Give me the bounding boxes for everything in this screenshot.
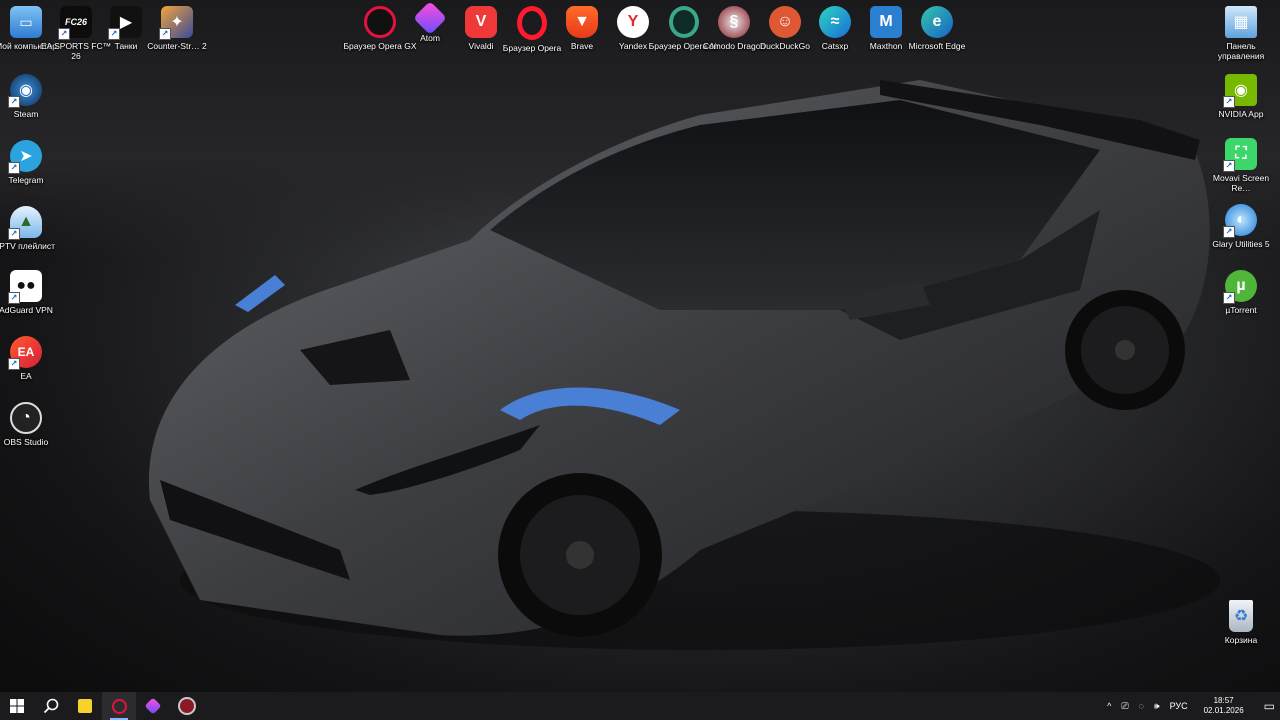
desktop-icon-nvidia[interactable]: ◉ ↗ NVIDIA App (1204, 74, 1278, 119)
desktop-icon-adguard[interactable]: ●● ↗ AdGuard VPN (0, 270, 63, 315)
icon-label: OBS Studio (3, 437, 49, 447)
catsxp-icon: ≈ (819, 6, 851, 38)
shortcut-arrow-icon: ↗ (1223, 96, 1235, 108)
obs-icon: ◔ (10, 402, 42, 434)
comodo-dragon-icon: § (718, 6, 750, 38)
utorrent-icon: µ ↗ (1223, 270, 1257, 304)
icon-label: Панель управления (1217, 41, 1265, 61)
shortcut-arrow-icon: ↗ (8, 96, 20, 108)
icon-label: Atom (420, 33, 440, 43)
desktop-icon-utorrent[interactable]: µ ↗ µTorrent (1204, 270, 1278, 315)
opera-gx-icon (364, 6, 396, 38)
icon-label: Yandex (618, 41, 648, 51)
icon-label: AdGuard VPN (0, 305, 53, 315)
desktop-icon-glary[interactable]: ◐ ↗ Glary Utilities 5 (1204, 204, 1278, 249)
taskbar: ^ ⎚ ◌ 🕪 РУС 18:57 02.01.2026 ▭ (0, 692, 1280, 720)
icon-label: NVIDIA App (1218, 109, 1264, 119)
clock[interactable]: 18:57 02.01.2026 (1199, 696, 1249, 716)
tray-overflow-chevron[interactable]: ^ (1107, 701, 1111, 711)
icon-label: Glary Utilities 5 (1212, 239, 1270, 249)
desktop-icon-movavi[interactable]: ⛶ ↗ Movavi Screen Re… (1204, 138, 1278, 193)
start-icon (10, 699, 24, 713)
network-icon[interactable]: ⎚ (1121, 701, 1128, 712)
counter-strike-icon: ✦ ↗ (159, 6, 193, 40)
steam-icon: ◉ ↗ (8, 74, 42, 108)
taskbar-atom[interactable] (136, 692, 170, 720)
sticky-notes-icon (78, 699, 92, 713)
volume-icon[interactable]: 🕪 (1154, 701, 1160, 712)
ea-fc-icon: FC26 ↗ (58, 6, 92, 40)
yandex-icon: Y (617, 6, 649, 38)
shortcut-arrow-icon: ↗ (58, 28, 70, 40)
shortcut-arrow-icon: ↗ (8, 162, 20, 174)
maxthon-icon: M (870, 6, 902, 38)
shortcut-arrow-icon: ↗ (8, 228, 20, 240)
atom-icon (413, 1, 447, 35)
desktop-icon-control-panel[interactable]: ▦ Панель управления (1204, 6, 1278, 61)
taskbar-comodo-dragon[interactable] (170, 692, 204, 720)
desktop-icon-telegram[interactable]: ➤ ↗ Telegram (0, 140, 63, 185)
icon-label: EA (20, 371, 32, 381)
edge-icon: e (921, 6, 953, 38)
desktop-icon-ea[interactable]: EA ↗ EA (0, 336, 63, 381)
shortcut-arrow-icon: ↗ (8, 292, 20, 304)
control-panel-icon: ▦ (1225, 6, 1257, 38)
opera-icon (517, 6, 547, 40)
icon-label: Microsoft Edge (908, 41, 966, 51)
ea-icon: EA ↗ (8, 336, 42, 370)
shortcut-arrow-icon: ↗ (1223, 226, 1235, 238)
icon-label: µTorrent (1225, 305, 1257, 315)
icon-label: Maxthon (869, 41, 903, 51)
shortcut-arrow-icon: ↗ (1223, 292, 1235, 304)
opera-gx-icon (111, 698, 127, 714)
telegram-icon: ➤ ↗ (8, 140, 42, 174)
icon-label: Vivaldi (468, 41, 494, 51)
location-icon[interactable]: ◌ (1139, 701, 1144, 711)
computer-icon: ▭ (10, 6, 42, 38)
glary-icon: ◐ ↗ (1223, 204, 1257, 238)
desktop-icon-obs[interactable]: ◔ OBS Studio (0, 402, 63, 447)
brave-icon: ▼ (566, 6, 598, 38)
icon-label: Telegram (8, 175, 44, 185)
movavi-icon: ⛶ ↗ (1223, 138, 1257, 172)
desktop-icon-steam[interactable]: ◉ ↗ Steam (0, 74, 63, 119)
comodo-dragon-icon (178, 697, 196, 715)
icon-label: Brave (570, 41, 594, 51)
taskbar-sticky-notes[interactable] (68, 692, 102, 720)
shortcut-arrow-icon: ↗ (159, 28, 171, 40)
icon-label: Steam (13, 109, 39, 119)
duckduckgo-icon: ☺ (769, 6, 801, 38)
adguard-icon: ●● ↗ (8, 270, 42, 304)
vivaldi-icon: V (465, 6, 497, 38)
clock-time: 18:57 (1213, 696, 1234, 705)
start-button[interactable] (0, 692, 34, 720)
notifications-icon[interactable]: ▭ (1264, 699, 1275, 713)
iptv-icon: ▲ ↗ (8, 206, 42, 240)
language-indicator[interactable]: РУС (1170, 701, 1188, 711)
nvidia-icon: ◉ ↗ (1223, 74, 1257, 108)
recycle-bin-icon: ♻ (1229, 600, 1253, 632)
desktop-icon-recycle-bin[interactable]: ♻ Корзина (1204, 600, 1278, 645)
taskbar-opera-gx[interactable] (102, 692, 136, 720)
desktop-icon-edge[interactable]: e Microsoft Edge (900, 6, 974, 51)
search-button[interactable] (34, 692, 68, 720)
icon-label: IPTV плейлист (0, 241, 56, 251)
icon-label: Counter-Str… 2 (147, 41, 207, 51)
search-icon (43, 698, 59, 714)
atom-icon (144, 697, 162, 715)
tanki-icon: ▶ ↗ (108, 6, 142, 40)
opera-air-icon (669, 6, 699, 38)
system-tray: ^ ⎚ ◌ 🕪 РУС 18:57 02.01.2026 ▭ (1102, 692, 1280, 720)
icon-label: Танки (114, 41, 138, 51)
icon-label: Catsxp (821, 41, 849, 51)
clock-date: 02.01.2026 (1203, 706, 1244, 715)
icon-label: Корзина (1224, 635, 1258, 645)
shortcut-arrow-icon: ↗ (8, 358, 20, 370)
shortcut-arrow-icon: ↗ (1223, 160, 1235, 172)
icon-label: Movavi Screen Re… (1212, 173, 1270, 193)
shortcut-arrow-icon: ↗ (108, 28, 120, 40)
desktop-icon-counter-strike[interactable]: ✦ ↗ Counter-Str… 2 (140, 6, 214, 51)
wallpaper-car (148, 80, 1220, 650)
desktop-icon-iptv[interactable]: ▲ ↗ IPTV плейлист (0, 206, 63, 251)
